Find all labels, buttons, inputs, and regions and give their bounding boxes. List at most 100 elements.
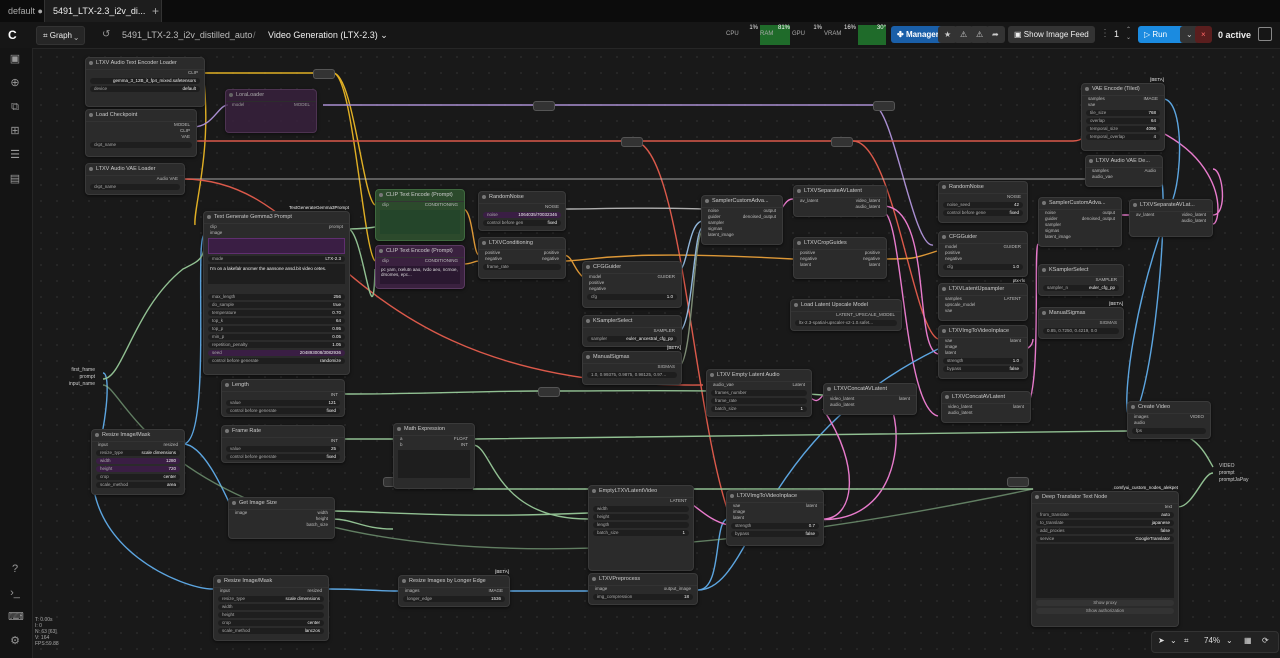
prompt-textarea[interactable]: [380, 210, 460, 234]
widget[interactable]: overlap 64: [1086, 118, 1160, 124]
widget[interactable]: control before gene fixed: [943, 210, 1023, 216]
input-port[interactable]: latent: [727, 515, 823, 521]
output-port[interactable]: NOISE: [939, 194, 1027, 200]
keyboard-icon[interactable]: ⌨: [8, 610, 24, 624]
widget[interactable]: to_translate japanese: [1036, 520, 1174, 526]
node-math-expression[interactable]: Math Expression a FLOAT b INT: [393, 423, 475, 489]
input-port[interactable]: audio_latent: [942, 410, 1030, 416]
widget[interactable]: frame_rate: [711, 398, 807, 404]
chevron-up-icon[interactable]: ⌃: [1126, 26, 1131, 34]
queue-stepper[interactable]: ⌃ ⌄: [1126, 26, 1131, 42]
input-port[interactable]: b INT: [394, 442, 474, 448]
widget[interactable]: length: [593, 522, 689, 528]
widget[interactable]: control before generate randomize: [208, 358, 345, 364]
chevron-down-icon[interactable]: ⌄: [1126, 34, 1131, 42]
node-empty-ltxv-latent-video[interactable]: EmptyLTXVLatentVideo LATENT width height…: [588, 485, 694, 571]
widget[interactable]: from_translate auto: [1036, 512, 1174, 518]
templates-icon[interactable]: ☰: [8, 148, 22, 162]
node-resize-image-mask[interactable]: Resize Image/Mask input resized resize_ty…: [91, 429, 185, 495]
node-ltxv-img-to-video-inplace-2[interactable]: LTXVImgToVideoInplace vae latent image la…: [726, 490, 824, 546]
output-port[interactable]: SAMPLER: [1039, 277, 1123, 283]
comfy-logo-icon[interactable]: C: [8, 28, 17, 42]
input-port[interactable]: vae: [939, 308, 1027, 314]
widget[interactable]: img_compression 18: [593, 594, 693, 600]
node-ltxv-concat-av-latent-2[interactable]: LTXVConcatAVLatent video_latent latent au…: [941, 391, 1031, 423]
node-ksampler-select[interactable]: KSamplerSelect SAMPLER sampler euler_ance…: [582, 315, 682, 347]
chevron-down-icon[interactable]: ⌄: [1226, 636, 1233, 645]
reroute-node[interactable]: [533, 101, 555, 111]
input-port[interactable]: model MODEL: [226, 102, 316, 108]
node-ltxv-crop-guides[interactable]: LTXVCropGuides positive positive negative…: [793, 237, 887, 279]
output-port[interactable]: SIGMAS: [583, 364, 681, 370]
widget[interactable]: resize_type scale dimensions: [218, 596, 324, 602]
node-clip-text-encode-positive[interactable]: CLIP Text Encode (Prompt) clip CONDITIONI…: [375, 189, 465, 241]
widget[interactable]: service GoogleTranslator: [1036, 536, 1174, 542]
panel-toggle-icon[interactable]: [1258, 27, 1272, 41]
node-resize-image-mask-2[interactable]: Resize Image/Mask input resized resize_ty…: [213, 575, 329, 641]
share-icon[interactable]: ➦: [986, 26, 1005, 43]
node-audio-text-encoder-loader[interactable]: LTXV Audio Text Encoder Loader CLIP gemm…: [85, 57, 205, 107]
widget[interactable]: control before gen fixed: [483, 220, 561, 226]
terminal-icon[interactable]: ›_: [8, 586, 22, 600]
widget[interactable]: scale_method area: [96, 482, 180, 488]
output-port[interactable]: LATENT_UPSCALE_MODEL: [791, 312, 901, 318]
widget[interactable]: width: [218, 604, 324, 610]
translate-textarea[interactable]: [1036, 544, 1174, 598]
node-ltxv-separate-av-latent-2[interactable]: LTXVSeparateAVLat... av_latent video_late…: [1129, 199, 1213, 237]
input-port[interactable]: vae: [1082, 102, 1164, 108]
widget[interactable]: do_sample true: [208, 302, 345, 308]
widget[interactable]: ckpt_name: [90, 184, 180, 190]
input-port[interactable]: latent latent: [794, 262, 886, 268]
node-vae-encode-tiled[interactable]: [BETA] VAE Encode (Tiled) samples IMAGE v…: [1081, 77, 1165, 151]
output-port[interactable]: INT: [222, 438, 344, 444]
input-port[interactable]: audio_vae: [1086, 174, 1162, 180]
link-visibility-icon[interactable]: ⟳: [1262, 636, 1269, 645]
input-port[interactable]: clip CONDITIONING: [376, 258, 464, 264]
widget[interactable]: min_p 0.05: [208, 334, 345, 340]
widget[interactable]: temperature 0.70: [208, 310, 345, 316]
input-port[interactable]: image output_image: [589, 586, 697, 592]
input-port[interactable]: negative: [939, 256, 1027, 262]
widget[interactable]: frames_number: [711, 390, 807, 396]
node-ltxv-img-to-video-inplace[interactable]: LTXVImgToVideoInplace vae latent image la…: [938, 325, 1028, 379]
pointer-icon[interactable]: ➤: [1158, 636, 1165, 645]
widget[interactable]: value 121: [226, 400, 340, 406]
node-sampler-custom-advanced[interactable]: SamplerCustomAdva... noise output guider d…: [701, 195, 783, 245]
node-ltxv-audio-vae-decode[interactable]: LTXV Audio VAE De... samples Audio audio_…: [1085, 155, 1163, 187]
output-port[interactable]: VAE: [86, 134, 196, 140]
subgraph-output-label[interactable]: VIDEO: [1219, 463, 1269, 470]
subgraph-input-label[interactable]: input_name: [35, 381, 95, 388]
output-port[interactable]: batch_size: [229, 522, 334, 528]
input-port[interactable]: audio: [1128, 420, 1210, 426]
widget[interactable]: top_k 64: [208, 318, 345, 324]
widget[interactable]: bypass false: [731, 531, 819, 537]
history-icon[interactable]: ↺: [102, 29, 110, 40]
subgraph-output-label[interactable]: prompt: [1219, 470, 1269, 477]
widget[interactable]: width: [593, 506, 689, 512]
widget[interactable]: sampler euler_ancestral_cfg_pp: [587, 336, 677, 342]
node-ltxv-latent-upsampler[interactable]: LTXVLatentUpsampler samples LATENT upscal…: [938, 283, 1028, 321]
node-resize-images-by-longer-edge[interactable]: [BETA] Resize Images by Longer Edge imag…: [398, 569, 510, 607]
widget[interactable]: height 720: [96, 466, 180, 472]
widget[interactable]: mode LTX-2.3: [208, 256, 345, 262]
output-port[interactable]: CLIP: [86, 70, 204, 76]
output-port[interactable]: Audio VAE: [86, 176, 184, 182]
input-port[interactable]: input resized: [214, 588, 328, 594]
output-port[interactable]: SAMPLER: [583, 328, 681, 334]
widget[interactable]: control before generate fixed: [226, 454, 340, 460]
widget[interactable]: tile_size 768: [1086, 110, 1160, 116]
node-sampler-custom-advanced-2[interactable]: SamplerCustomAdva... noise output guider d…: [1038, 197, 1122, 247]
input-port[interactable]: images IMAGE: [399, 588, 509, 594]
widget[interactable]: gemma_3_12B_it_fp4_mixed.safetensors: [90, 78, 200, 84]
widget[interactable]: max_length 256: [208, 294, 345, 300]
widget[interactable]: width 1280: [96, 458, 180, 464]
cancel-icon[interactable]: ×: [1195, 26, 1212, 43]
input-port[interactable]: image: [204, 230, 349, 236]
widget[interactable]: add_proxies false: [1036, 528, 1174, 534]
node-frame-rate[interactable]: Frame Rate INT value 25 control before ge…: [221, 425, 345, 463]
node-manual-sigmas-2[interactable]: [BETA] ManualSigmas SIGMAS 0.85, 0.7250,…: [1038, 301, 1124, 339]
queue-count[interactable]: 1: [1114, 29, 1119, 39]
prompt-textarea[interactable]: [208, 238, 345, 254]
reroute-node[interactable]: [538, 387, 560, 397]
output-port[interactable]: NOISE: [479, 204, 565, 210]
